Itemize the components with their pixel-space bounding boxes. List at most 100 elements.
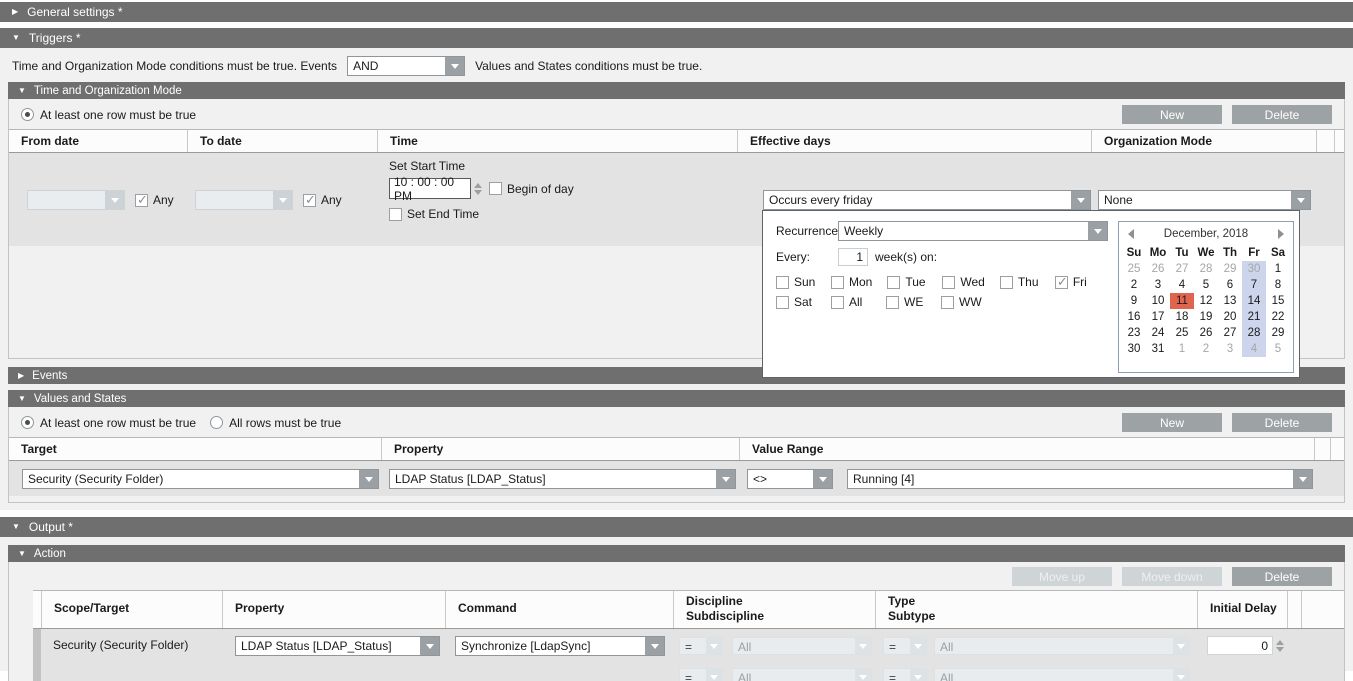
at-least-one-radio[interactable]: At least one row must be true — [21, 416, 196, 430]
calendar-day[interactable]: 18 — [1170, 309, 1194, 325]
calendar-next-icon[interactable] — [1278, 229, 1284, 239]
calendar-day[interactable]: 28 — [1194, 261, 1218, 277]
calendar-day[interactable]: 19 — [1194, 309, 1218, 325]
section-triggers[interactable]: ▼ Triggers * — [0, 28, 1353, 48]
calendar-day[interactable]: 22 — [1266, 309, 1290, 325]
calendar-day[interactable]: 15 — [1266, 293, 1290, 309]
calendar-day[interactable]: 16 — [1122, 309, 1146, 325]
calendar-day[interactable]: 21 — [1242, 309, 1266, 325]
start-time-input[interactable]: 10 : 00 : 00 PM — [389, 178, 471, 199]
calendar-day[interactable]: 3 — [1146, 277, 1170, 293]
day-checkbox-mon[interactable]: Mon — [831, 275, 872, 289]
recurrence-dropdown[interactable]: Weekly — [838, 221, 1108, 241]
discipline-dropdown[interactable]: All — [732, 637, 872, 655]
day-checkbox-ww[interactable]: WW — [941, 295, 982, 309]
operator-dropdown[interactable]: <> — [747, 469, 833, 489]
new-button[interactable]: New — [1122, 413, 1222, 432]
to-any-checkbox[interactable]: Any — [303, 193, 342, 207]
section-output[interactable]: ▼ Output * — [0, 517, 1353, 537]
day-checkbox-sun[interactable]: Sun — [776, 275, 816, 289]
calendar-day[interactable]: 29 — [1266, 325, 1290, 341]
discipline-operator-dropdown[interactable]: = — [679, 637, 723, 655]
section-time-org[interactable]: ▼ Time and Organization Mode — [8, 82, 1345, 99]
calendar-day[interactable]: 5 — [1266, 341, 1290, 357]
day-checkbox-we[interactable]: WE — [886, 295, 926, 309]
begin-of-day-checkbox[interactable]: Begin of day — [489, 182, 574, 196]
row-selector[interactable] — [33, 629, 41, 662]
calendar-day[interactable]: 13 — [1218, 293, 1242, 309]
every-input[interactable]: 1 — [838, 248, 868, 266]
all-rows-radio[interactable]: All rows must be true — [210, 416, 341, 430]
calendar-day[interactable]: 17 — [1146, 309, 1170, 325]
section-action[interactable]: ▼ Action — [8, 545, 1345, 562]
calendar-day[interactable]: 7 — [1242, 277, 1266, 293]
subdiscipline-operator-dropdown[interactable]: = — [679, 668, 723, 681]
organization-mode-dropdown[interactable]: None — [1098, 190, 1311, 210]
value-dropdown[interactable]: Running [4] — [847, 469, 1313, 489]
type-operator-dropdown[interactable]: = — [883, 637, 927, 655]
calendar-day[interactable]: 25 — [1170, 325, 1194, 341]
type-dropdown[interactable]: All — [934, 637, 1190, 655]
section-general-settings[interactable]: ▶ General settings * — [0, 2, 1353, 22]
effective-days-dropdown[interactable]: Occurs every friday — [763, 190, 1091, 210]
day-checkbox-sat[interactable]: Sat — [776, 295, 816, 309]
calendar-day[interactable]: 6 — [1218, 277, 1242, 293]
calendar-day[interactable]: 31 — [1146, 341, 1170, 357]
events-operator-dropdown[interactable]: AND — [347, 56, 465, 76]
calendar-day[interactable]: 30 — [1242, 261, 1266, 277]
calendar-day[interactable]: 30 — [1122, 341, 1146, 357]
subdiscipline-dropdown[interactable]: All — [732, 668, 872, 681]
subtype-operator-dropdown[interactable]: = — [883, 668, 927, 681]
calendar-day[interactable]: 20 — [1218, 309, 1242, 325]
section-values-states[interactable]: ▼ Values and States — [8, 390, 1345, 407]
calendar-day[interactable]: 28 — [1242, 325, 1266, 341]
initial-delay-spinner[interactable] — [1273, 640, 1287, 652]
calendar-day[interactable]: 12 — [1194, 293, 1218, 309]
calendar-day[interactable]: 26 — [1146, 261, 1170, 277]
action-property-dropdown[interactable]: LDAP Status [LDAP_Status] — [235, 636, 440, 656]
calendar-day[interactable]: 14 — [1242, 293, 1266, 309]
calendar-day[interactable]: 1 — [1266, 261, 1290, 277]
calendar-day[interactable]: 2 — [1194, 341, 1218, 357]
calendar-day[interactable]: 29 — [1218, 261, 1242, 277]
calendar-day[interactable]: 4 — [1170, 277, 1194, 293]
calendar-day[interactable]: 3 — [1218, 341, 1242, 357]
calendar-day[interactable]: 9 — [1122, 293, 1146, 309]
day-checkbox-all[interactable]: All — [831, 295, 871, 309]
calendar-day[interactable]: 11 — [1170, 293, 1194, 309]
new-button[interactable]: New — [1122, 105, 1222, 124]
subtype-dropdown[interactable]: All — [934, 668, 1190, 681]
initial-delay-input[interactable]: 0 — [1207, 636, 1273, 655]
calendar-day[interactable]: 2 — [1122, 277, 1146, 293]
calendar-day[interactable]: 26 — [1194, 325, 1218, 341]
day-checkbox-tue[interactable]: Tue — [887, 275, 927, 289]
set-end-time-checkbox[interactable]: Set End Time — [389, 207, 737, 221]
delete-button[interactable]: Delete — [1232, 567, 1332, 586]
at-least-one-radio[interactable]: At least one row must be true — [21, 108, 196, 122]
col-to-date: To date — [187, 130, 377, 152]
day-checkbox-wed[interactable]: Wed — [942, 275, 984, 289]
delete-button[interactable]: Delete — [1232, 413, 1332, 432]
from-date-dropdown[interactable] — [27, 190, 125, 210]
time-spinner[interactable] — [471, 183, 485, 195]
target-dropdown[interactable]: Security (Security Folder) — [22, 469, 379, 489]
calendar-day[interactable]: 24 — [1146, 325, 1170, 341]
calendar-day[interactable]: 10 — [1146, 293, 1170, 309]
day-checkbox-thu[interactable]: Thu — [1000, 275, 1040, 289]
calendar-day[interactable]: 4 — [1242, 341, 1266, 357]
to-date-dropdown[interactable] — [195, 190, 293, 210]
calendar-day[interactable]: 27 — [1170, 261, 1194, 277]
move-up-button[interactable]: Move up — [1012, 567, 1112, 586]
day-checkbox-fri[interactable]: Fri — [1055, 275, 1095, 289]
from-any-checkbox[interactable]: Any — [135, 193, 174, 207]
calendar-day[interactable]: 1 — [1170, 341, 1194, 357]
calendar-day[interactable]: 8 — [1266, 277, 1290, 293]
property-dropdown[interactable]: LDAP Status [LDAP_Status] — [389, 469, 736, 489]
calendar-day[interactable]: 23 — [1122, 325, 1146, 341]
calendar-day[interactable]: 25 — [1122, 261, 1146, 277]
calendar-day[interactable]: 5 — [1194, 277, 1218, 293]
calendar-day[interactable]: 27 — [1218, 325, 1242, 341]
move-down-button[interactable]: Move down — [1122, 567, 1222, 586]
delete-button[interactable]: Delete — [1232, 105, 1332, 124]
command-dropdown[interactable]: Synchronize [LdapSync] — [455, 636, 665, 656]
